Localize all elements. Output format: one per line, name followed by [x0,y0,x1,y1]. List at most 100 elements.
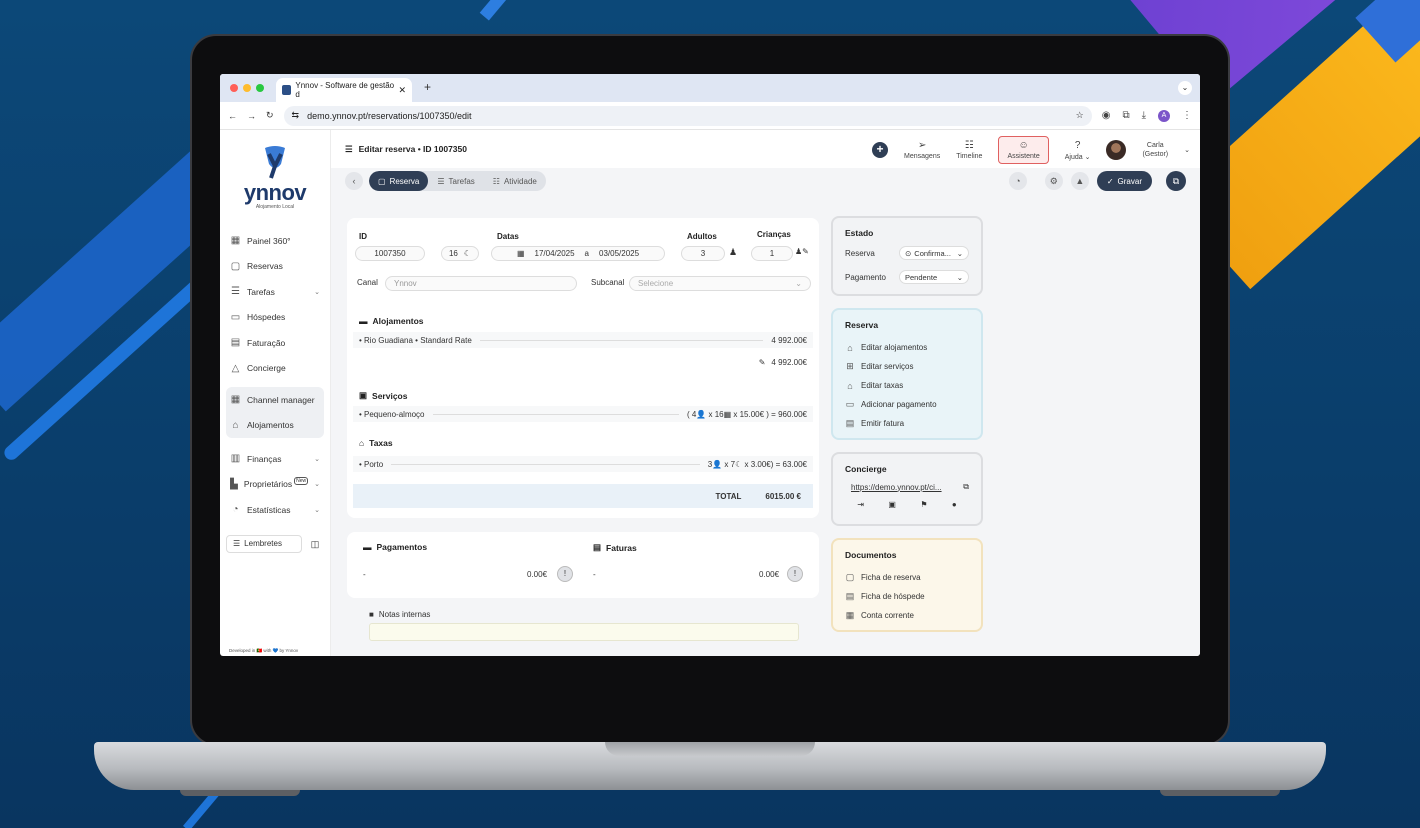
add-button[interactable]: + [872,142,889,158]
sidebar-item-channel-manager[interactable]: ▦ Channel manager [226,387,324,413]
activity-icon: ☷ [492,176,500,186]
id-field: 1007350 [355,246,425,261]
estado-pagamento-select[interactable]: Pendente ⌄ [899,270,969,284]
more-menu-icon[interactable]: ⋮ [1182,110,1192,121]
sidebar-item-concierge[interactable]: △ Concierge [220,356,330,382]
moon-icon: ☾ [463,249,472,258]
sidebar-item-label: Faturação [247,337,286,348]
subcanal-select[interactable]: Selecione ⌄ [629,276,811,291]
adicionar-pagamento-action[interactable]: ▭ Adicionar pagamento [845,395,969,414]
brand-subtitle: Alojamento Local [255,204,295,210]
nights-field[interactable]: 16 ☾ [441,246,479,261]
sidebar-item-tarefas[interactable]: ☰ Tarefas ⌄ [220,279,330,305]
ajuda-button[interactable]: ? Ajuda ⌄ [1065,140,1091,161]
history-icon[interactable]: ◔ [1008,172,1027,190]
plus-square-icon[interactable]: ▣ [888,500,896,509]
tab-title: Ynnov - Software de gestão d [295,81,395,99]
copy-icon[interactable]: ⧉ [963,482,969,492]
login-icon[interactable]: ⇥ [857,500,864,509]
date-range-field[interactable]: ▦ 17/04/2025 a 03/05/2025 [491,246,665,261]
conta-corrente-link[interactable]: ▦ Conta corrente [845,606,969,625]
duplicate-icon[interactable]: ⧉ [1166,171,1186,191]
criancas-field[interactable]: 1 [751,246,793,261]
sidebar-item-proprietarios[interactable]: ▙ Proprietários New ⌄ [220,472,330,498]
notes-section: ■ Notas internas [369,610,799,641]
chevron-down-icon: ⌄ [795,279,802,288]
payments-card: ▬ Pagamentos - 0.00€ ! ▤ Faturas - 0.00€ ! [347,532,819,598]
address-bar[interactable]: ⇆ demo.ynnov.pt/reservations/1007350/edi… [283,105,1092,126]
bookmark-star-icon[interactable]: ☆ [1076,110,1084,121]
note-icon[interactable]: ◫ [306,535,324,553]
assistente-button[interactable]: ☺ Assistente [998,136,1049,164]
estado-pagamento-label: Pagamento [845,272,886,282]
notes-textarea[interactable] [369,623,799,641]
settings-icon[interactable]: ⚙ [1044,172,1063,190]
back-button[interactable]: ‹ [345,172,363,190]
sidebar-item-label: Hóspedes [247,312,286,323]
browser-urlbar: ← → ↻ ⇆ demo.ynnov.pt/reservations/10073… [220,102,1200,130]
calendar-icon: ▦ [516,249,525,258]
emitir-fatura-action[interactable]: ▤ Emitir fatura [845,414,969,433]
flag-icon[interactable]: ⚑ [920,500,927,509]
estado-reserva-select[interactable]: ⊙ Confirma... ⌄ [899,246,969,260]
home-icon: ⌂ [847,342,853,353]
tab-reserva[interactable]: ▢ Reserva [369,171,429,191]
mensagens-button[interactable]: ➢ Mensagens [904,140,940,160]
tab-atividade[interactable]: ☷ Atividade [484,171,546,191]
puzzle-icon[interactable]: ⧉ [1122,110,1129,121]
criancas-label: Crianças [757,230,791,239]
forward-icon[interactable]: → [247,111,256,121]
site-settings-icon[interactable]: ⇆ [292,110,300,121]
sidebar-item-reservas[interactable]: ▢ Reservas [220,254,330,280]
new-tab-button[interactable]: + [424,80,431,94]
sidebar-item-alojamentos[interactable]: ⌂ Alojamentos [226,413,324,439]
tab-list-chevron-icon[interactable]: ⌄ [1178,81,1192,95]
ficha-reserva-link[interactable]: ▢ Ficha de reserva [845,568,969,587]
minimize-window-button[interactable] [243,84,251,92]
chevron-down-icon[interactable]: ⌄ [1184,146,1190,154]
sidebar-item-hospedes[interactable]: ▭ Hóspedes [220,305,330,331]
user-avatar[interactable] [1106,140,1127,160]
pagamentos-info-button[interactable]: ! [557,566,573,582]
sidebar-item-estatisticas[interactable]: ◔ Estatísticas ⌄ [220,497,330,523]
top-actions: + ➢ Mensagens ☷ Timeline ☺ Assistente ? Ajud… [872,136,1190,164]
sidebar-item-painel[interactable]: ▦ Painel 360° [220,228,330,254]
edit-icon[interactable]: ✎ [759,358,766,367]
right-tools: ◔ ⚙ ▲ ✓ Gravar ⧉ [1008,171,1186,191]
reserva-actions-card: Reserva ⌂ Editar alojamentos ⊞ Editar serv… [831,308,983,440]
tab-tarefas[interactable]: ☰ Tarefas [428,171,483,191]
ficha-hospede-link[interactable]: ▤ Ficha de hóspede [845,587,969,606]
faturas-info-button[interactable]: ! [787,566,803,582]
mensagens-label: Mensagens [904,153,941,160]
back-icon[interactable]: ← [228,111,237,121]
maximize-window-button[interactable] [256,84,264,92]
graduation-icon[interactable]: ▲ [1070,172,1089,190]
browser-tab[interactable]: Ynnov - Software de gestão d ✕ [276,78,412,102]
reload-icon[interactable]: ↻ [266,110,274,121]
chat-icon[interactable]: ● [952,500,957,509]
editar-taxas-action[interactable]: ⌂ Editar taxas [845,376,969,395]
concierge-link[interactable]: https://demo.ynnov.pt/ci... [851,483,942,492]
sidebar-item-faturacao[interactable]: ▤ Faturação [220,330,330,356]
favicon-icon [282,85,292,95]
child-edit-icon[interactable]: ♟✎ [795,247,809,256]
lembretes-button[interactable]: ☰ Lembretes [226,534,302,553]
download-icon[interactable]: ⤓ [1142,110,1146,121]
close-tab-icon[interactable]: ✕ [398,85,406,96]
adultos-field[interactable]: 3 [681,246,725,261]
notes-title: ■ Notas internas [369,610,431,619]
toolbar: ‹ ▢ Reserva ☰ Tarefas ☷ Atividade ◔ ⚙ ▲ ✓ Gr… [331,168,1200,194]
estado-title: Estado [845,228,874,238]
check-icon: ✓ [1106,176,1114,186]
canal-field[interactable]: Ynnov [385,276,577,291]
close-window-button[interactable] [230,84,238,92]
save-button[interactable]: ✓ Gravar [1096,171,1152,191]
editar-servicos-action[interactable]: ⊞ Editar serviços [845,357,969,376]
user-info[interactable]: Carla (Gestor) [1142,141,1168,159]
profile-avatar[interactable]: A [1158,109,1170,122]
editar-alojamentos-action[interactable]: ⌂ Editar alojamentos [845,338,969,357]
timeline-button[interactable]: ☷ Timeline [956,140,982,160]
extension-icon[interactable]: ◉ [1102,110,1111,121]
sidebar-item-financas[interactable]: ▥ Finanças ⌄ [220,446,330,472]
calendar-icon: ▢ [230,260,241,272]
